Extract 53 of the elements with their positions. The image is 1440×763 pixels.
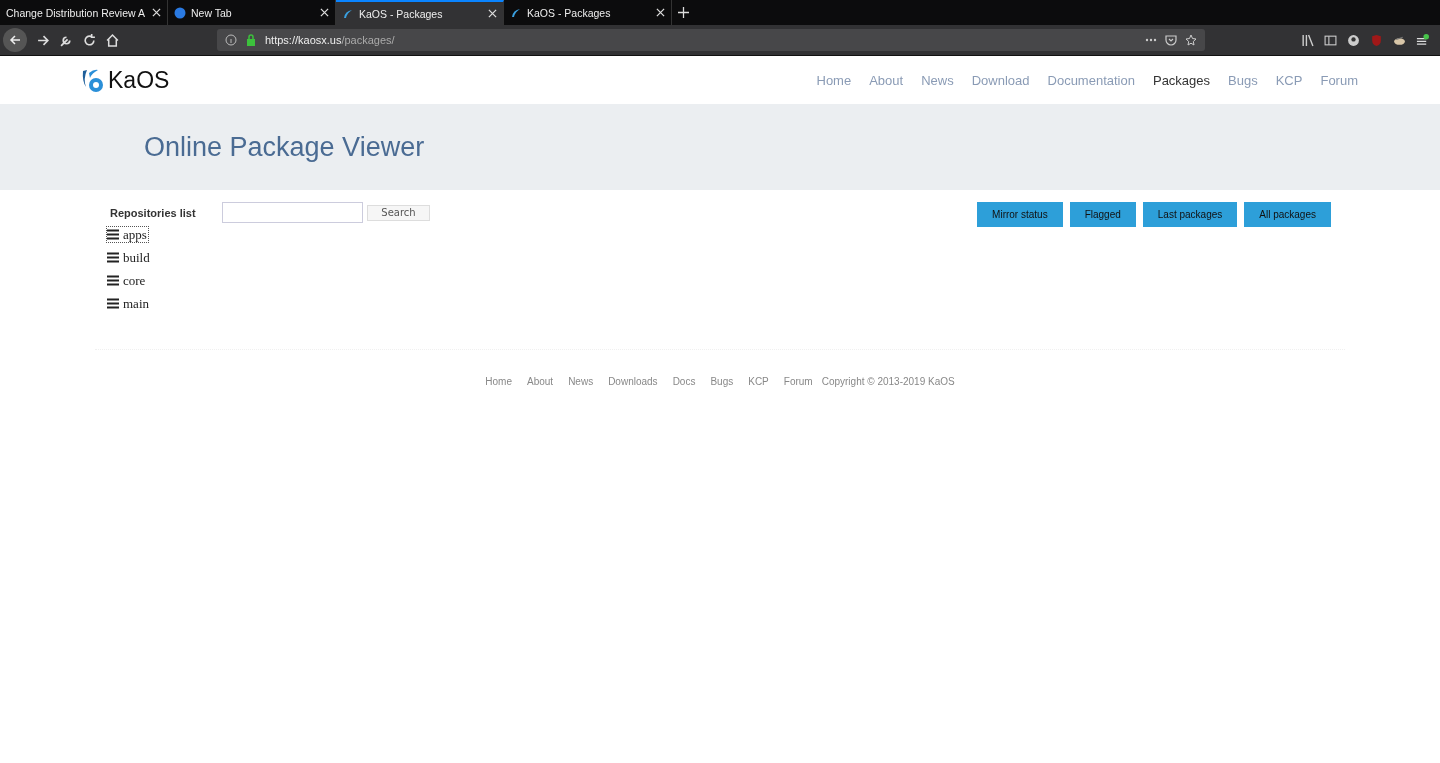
- list-icon: [107, 252, 119, 263]
- site-logo[interactable]: KaOS: [108, 66, 170, 94]
- footer-link[interactable]: KCP: [748, 376, 769, 387]
- back-icon: [9, 34, 21, 46]
- logo-icon: [80, 67, 106, 93]
- page-title: Online Package Viewer: [144, 131, 425, 163]
- menu-icon[interactable]: [1416, 33, 1429, 47]
- browser-tab[interactable]: KaOS - Packages: [336, 0, 504, 25]
- copyright-text: Copyright © 2013-2019 KaOS: [821, 376, 955, 387]
- url-text: https://kaosx.us/packages/: [265, 34, 395, 46]
- search-field[interactable]: [222, 202, 363, 223]
- close-icon[interactable]: [320, 8, 329, 17]
- action-button[interactable]: Mirror status: [977, 202, 1063, 227]
- home-icon[interactable]: [106, 33, 119, 47]
- footer-link[interactable]: Bugs: [710, 376, 734, 387]
- footer-link[interactable]: News: [568, 376, 594, 387]
- footer-link[interactable]: Home: [485, 376, 512, 387]
- new-tab-icon[interactable]: [678, 7, 689, 18]
- wave-icon: [510, 6, 522, 19]
- close-icon[interactable]: [488, 9, 497, 18]
- footer-link[interactable]: Forum: [783, 376, 813, 387]
- lock-icon: [245, 34, 257, 46]
- wrench-icon[interactable]: [60, 33, 73, 47]
- action-button[interactable]: Last packages: [1142, 202, 1238, 227]
- star-icon[interactable]: [1185, 34, 1197, 46]
- action-button[interactable]: Flagged: [1069, 202, 1136, 227]
- footer-link[interactable]: Docs: [672, 376, 696, 387]
- repository-link[interactable]: main: [107, 292, 150, 315]
- account-icon[interactable]: [1347, 33, 1360, 47]
- list-icon: [107, 229, 119, 240]
- repository-link[interactable]: build: [107, 246, 151, 269]
- repository-link[interactable]: apps: [107, 227, 148, 242]
- library-icon[interactable]: [1301, 33, 1314, 47]
- info-icon[interactable]: [225, 34, 237, 46]
- footer-link[interactable]: Downloads: [608, 376, 658, 387]
- back-button[interactable]: [3, 28, 27, 52]
- list-icon: [107, 275, 119, 286]
- reload-icon[interactable]: [83, 33, 96, 47]
- footer-link[interactable]: About: [527, 376, 554, 387]
- repository-link[interactable]: core: [107, 269, 147, 292]
- globe-icon: [174, 6, 186, 19]
- address-bar[interactable]: https://kaosx.us/packages/: [217, 29, 1205, 51]
- pocket-icon[interactable]: [1165, 34, 1177, 46]
- nav-link[interactable]: Packages: [1152, 72, 1211, 88]
- repositories-label: Repositories list: [110, 206, 197, 219]
- list-icon: [107, 298, 119, 309]
- action-button[interactable]: All packages: [1244, 202, 1331, 227]
- close-icon[interactable]: [656, 8, 665, 17]
- forward-icon[interactable]: [37, 33, 50, 47]
- sidebar-icon[interactable]: [1324, 33, 1337, 47]
- search-button[interactable]: Search: [367, 204, 430, 221]
- wave-icon: [342, 7, 354, 20]
- close-icon[interactable]: [152, 8, 161, 17]
